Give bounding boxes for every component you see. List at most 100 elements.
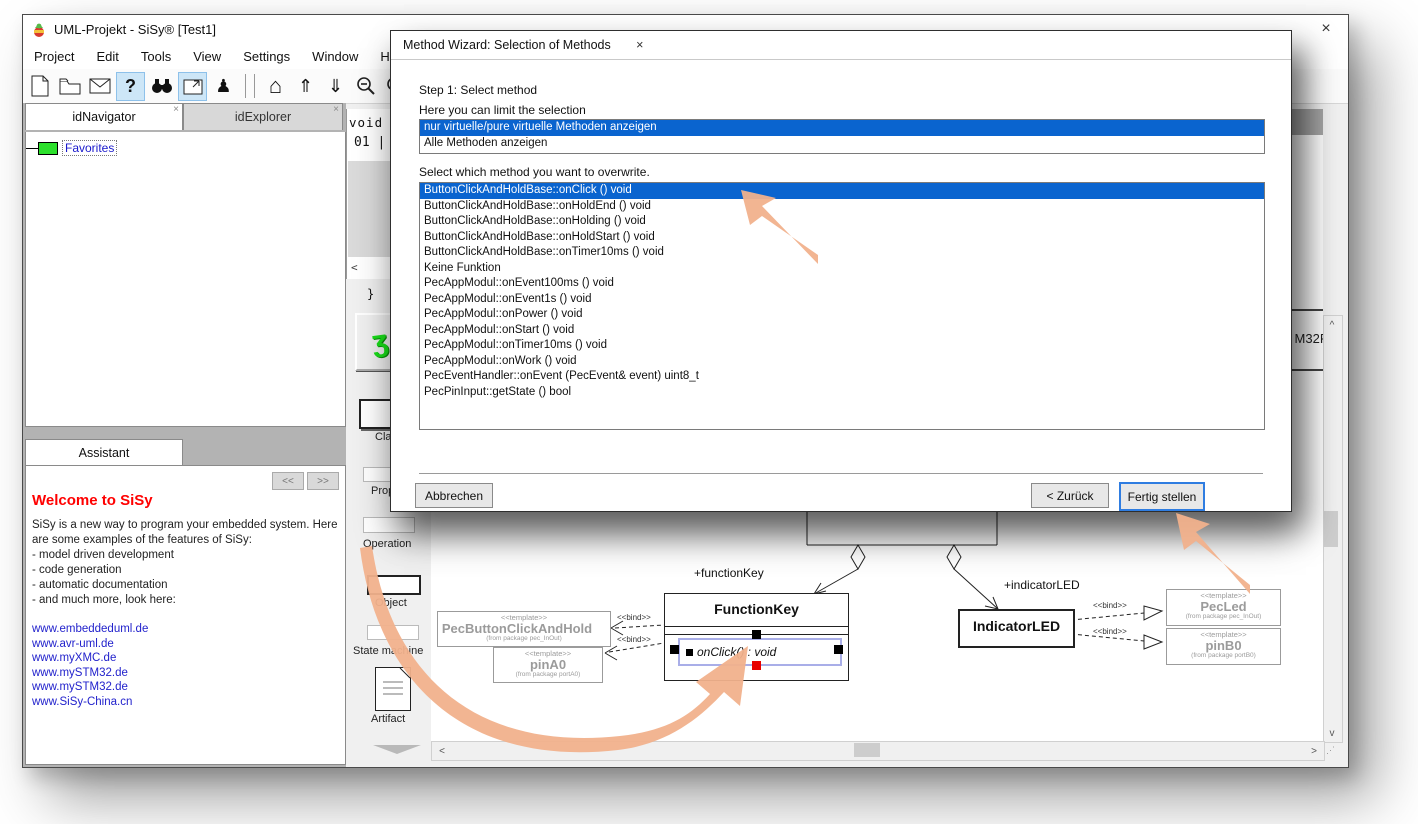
assistant-link[interactable]: www.embeddeduml.de	[32, 622, 341, 637]
palette-statemachine-icon[interactable]	[367, 625, 419, 640]
template-pecled-package: (from package pec_InOut)	[1167, 613, 1280, 621]
template-pinb0[interactable]: <<template>> pinB0 (from package portB0)	[1166, 628, 1281, 665]
assistant-link[interactable]: www.avr-uml.de	[32, 637, 341, 652]
left-panel: idNavigator × idExplorer × Favorites Ass…	[23, 103, 346, 767]
palette-statemachine-label[interactable]: State machine	[353, 645, 423, 657]
palette-operation-icon[interactable]	[363, 517, 415, 533]
method-visibility-icon	[686, 649, 693, 656]
method-option[interactable]: PecAppModul::onPower () void	[420, 307, 1264, 323]
tab-idexplorer[interactable]: idExplorer ×	[183, 103, 343, 130]
role-functionkey-label: +functionKey	[694, 566, 764, 580]
method-option[interactable]: PecAppModul::onTimer10ms () void	[420, 338, 1264, 354]
template-pina0[interactable]: <<template>> pinA0 (from package portA0)	[493, 647, 603, 683]
sidebar-tabstrip: idNavigator × idExplorer ×	[23, 103, 346, 130]
back-button[interactable]: < Zurück	[1031, 483, 1109, 508]
template-pecled[interactable]: <<template>> PecLed (from package pec_In…	[1166, 589, 1281, 626]
method-option[interactable]: ButtonClickAndHoldBase::onHoldStart () v…	[420, 230, 1264, 246]
method-option[interactable]: ButtonClickAndHoldBase::onHolding () voi…	[420, 214, 1264, 230]
navigate-down-icon[interactable]: ⇓	[322, 73, 349, 100]
person-pawn-icon[interactable]: ♟	[210, 73, 237, 100]
scroll-right-icon[interactable]: >	[1306, 742, 1322, 760]
tree-connector	[26, 148, 38, 149]
menu-settings[interactable]: Settings	[232, 49, 301, 64]
maximize-view-icon[interactable]	[178, 72, 207, 101]
method-option[interactable]: Keine Funktion	[420, 261, 1264, 277]
assistant-link[interactable]: www.mySTM32.de	[32, 680, 341, 695]
menu-project[interactable]: Project	[23, 49, 85, 64]
method-option[interactable]: ButtonClickAndHoldBase::onHoldEnd () voi…	[420, 199, 1264, 215]
assistant-body: SiSy is a new way to program your embedd…	[32, 518, 341, 709]
dialog-close-icon[interactable]: ×	[623, 38, 657, 52]
screenshot-stage: UML-Projekt - SiSy® [Test1] × Project Ed…	[0, 0, 1418, 824]
method-option[interactable]: PecAppModul::onWork () void	[420, 354, 1264, 370]
tab-idnavigator[interactable]: idNavigator ×	[25, 103, 183, 130]
template-pina0-name: pinA0	[494, 658, 602, 671]
method-option[interactable]: PecAppModul::onStart () void	[420, 323, 1264, 339]
method-option[interactable]: PecPinInput::getState () bool	[420, 385, 1264, 401]
method-option[interactable]: PecEventHandler::onEvent (PecEvent& even…	[420, 369, 1264, 385]
assistant-back-button[interactable]: <<	[272, 472, 304, 490]
horizontal-scroll-thumb[interactable]	[854, 743, 880, 757]
tree-item-favorites[interactable]: Favorites	[26, 140, 117, 156]
assistant-bullet: - code generation	[32, 563, 341, 578]
navigate-up-icon[interactable]: ⇑	[292, 73, 319, 100]
home-icon[interactable]: ⌂	[262, 73, 289, 100]
help-icon[interactable]: ?	[116, 72, 145, 101]
search-binoculars-icon[interactable]	[148, 73, 175, 100]
filter-option-selected[interactable]: nur virtuelle/pure virtuelle Methoden an…	[420, 120, 1264, 136]
assistant-link[interactable]: www.SiSy-China.cn	[32, 695, 341, 710]
method-option[interactable]: ButtonClickAndHoldBase::onTimer10ms () v…	[420, 245, 1264, 261]
window-close-icon[interactable]: ×	[1304, 15, 1348, 43]
assistant-forward-button[interactable]: >>	[307, 472, 339, 490]
scroll-down-icon[interactable]: v	[1324, 724, 1340, 742]
assistant-link[interactable]: www.mySTM32.de	[32, 666, 341, 681]
mail-icon[interactable]	[86, 73, 113, 100]
tab-assistant[interactable]: Assistant	[25, 439, 183, 466]
zoom-out-icon[interactable]	[352, 73, 379, 100]
class-indicatorled[interactable]: IndicatorLED	[958, 609, 1075, 648]
tab-idexplorer-label: idExplorer	[235, 110, 291, 124]
palette-object-label[interactable]: Object	[375, 597, 407, 609]
new-document-icon[interactable]	[26, 73, 53, 100]
class-functionkey[interactable]: FunctionKey onClick() : void	[664, 593, 849, 681]
palette-artifact-icon[interactable]	[375, 667, 411, 711]
template-pecled-name: PecLed	[1167, 600, 1280, 613]
menu-window[interactable]: Window	[301, 49, 369, 64]
selection-handle-left[interactable]	[670, 645, 679, 654]
template-pecbutton-name: PecButtonClickAndHold	[437, 622, 610, 635]
method-option[interactable]: PecAppModul::onEvent100ms () void	[420, 276, 1264, 292]
resize-grip[interactable]: ⋰	[1326, 745, 1335, 756]
method-listbox[interactable]: ButtonClickAndHoldBase::onClick () void …	[419, 182, 1265, 430]
tab-idexplorer-close-icon[interactable]: ×	[333, 105, 339, 115]
menu-edit[interactable]: Edit	[85, 49, 129, 64]
selection-handle-top[interactable]	[752, 630, 761, 639]
filter-option[interactable]: Alle Methoden anzeigen	[420, 136, 1264, 152]
menu-view[interactable]: View	[182, 49, 232, 64]
open-folder-icon[interactable]	[56, 73, 83, 100]
selection-handle-bottom-red[interactable]	[752, 661, 761, 670]
palette-operation-label[interactable]: Operation	[363, 538, 411, 550]
cancel-button[interactable]: Abbrechen	[415, 483, 493, 508]
code-line-number: 01 |	[354, 135, 385, 150]
tab-idnavigator-close-icon[interactable]: ×	[173, 105, 179, 115]
assistant-link[interactable]: www.myXMC.de	[32, 651, 341, 666]
assistant-heading: Welcome to SiSy	[32, 492, 153, 509]
scroll-up-icon[interactable]: ^	[1324, 316, 1340, 334]
horizontal-scrollbar[interactable]: < >	[431, 741, 1325, 761]
palette-artifact-label[interactable]: Artifact	[371, 713, 405, 725]
palette-object-icon[interactable]	[367, 575, 421, 595]
finish-button[interactable]: Fertig stellen	[1119, 482, 1205, 511]
green-figure-icon: ʒ	[370, 324, 390, 360]
code-scroll-left-icon[interactable]: <	[351, 261, 358, 274]
template-pecbuttonclickandhold[interactable]: <<template>> PecButtonClickAndHold (from…	[437, 611, 611, 647]
vertical-scroll-thumb[interactable]	[1324, 511, 1338, 547]
method-option-selected[interactable]: ButtonClickAndHoldBase::onClick () void	[420, 183, 1264, 199]
method-option[interactable]: PecAppModul::onEvent1s () void	[420, 292, 1264, 308]
favorites-label: Favorites	[62, 140, 117, 156]
splitter-collapse-handle[interactable]	[373, 745, 421, 754]
template-pina0-package: (from package portA0)	[494, 671, 602, 679]
menu-tools[interactable]: Tools	[130, 49, 182, 64]
scroll-left-icon[interactable]: <	[434, 742, 450, 760]
filter-listbox[interactable]: nur virtuelle/pure virtuelle Methoden an…	[419, 119, 1265, 154]
selection-handle-right[interactable]	[834, 645, 843, 654]
